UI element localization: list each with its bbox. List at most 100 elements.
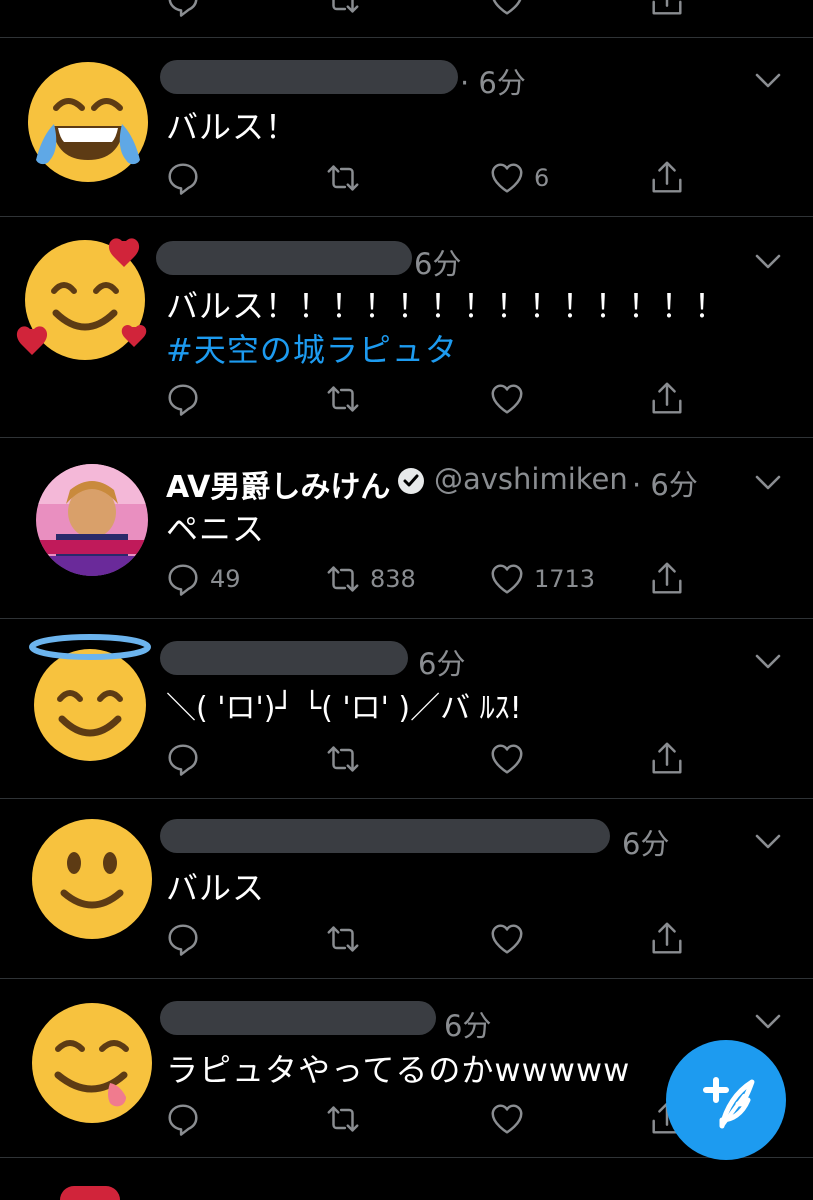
- face-savoring-food-emoji[interactable]: [30, 1001, 154, 1125]
- retweet-icon: [324, 920, 362, 958]
- heart-icon: [488, 740, 526, 778]
- tweet-time: · 6分: [632, 468, 698, 502]
- tv-screenshot-avatar[interactable]: [36, 464, 148, 576]
- retweet-icon: [324, 740, 362, 778]
- like-button[interactable]: [488, 379, 526, 419]
- share-icon: [648, 560, 686, 598]
- like-button[interactable]: 1713: [488, 559, 595, 599]
- reply-icon: [164, 920, 202, 958]
- tweet-time: 6分: [444, 1009, 492, 1043]
- reply-button[interactable]: [164, 158, 210, 198]
- retweet-button[interactable]: [324, 379, 362, 419]
- like-count: 1713: [534, 565, 596, 593]
- retweet-icon: [324, 380, 362, 418]
- share-button[interactable]: [648, 919, 686, 959]
- like-button[interactable]: [488, 1099, 526, 1139]
- tweet-actions: [164, 739, 724, 779]
- reply-button[interactable]: 49: [164, 559, 241, 599]
- retweet-button[interactable]: [324, 158, 370, 198]
- tweet-actions: [164, 1099, 724, 1139]
- reply-button[interactable]: [164, 0, 202, 20]
- tweet-text: ラピュタやってるのかwwwww: [166, 1051, 631, 1089]
- share-icon: [648, 740, 686, 778]
- tweet-text: バルス！！！！！！！！！！！！！！: [166, 287, 728, 325]
- feather-plus-icon: [703, 1077, 755, 1129]
- retweet-count: 838: [370, 565, 416, 593]
- tweet-text: バルス: [166, 869, 266, 907]
- author-handle[interactable]: @avshimiken: [434, 462, 628, 496]
- tweet-actions: 6: [164, 158, 724, 198]
- tweet-actions: [164, 919, 724, 959]
- share-icon: [648, 380, 686, 418]
- chevron-down-icon[interactable]: [754, 72, 782, 90]
- reply-icon: [164, 159, 202, 197]
- redacted-display-name: [160, 641, 408, 675]
- slightly-smiling-face-emoji[interactable]: [30, 817, 154, 941]
- like-button[interactable]: [488, 919, 526, 959]
- smiling-face-with-halo-emoji[interactable]: [28, 633, 152, 765]
- chevron-down-icon[interactable]: [754, 653, 782, 671]
- retweet-button[interactable]: 838: [324, 559, 416, 599]
- next-tweet-avatar-partial: [60, 1186, 120, 1200]
- tweet-time: 6分: [418, 647, 466, 681]
- reply-button[interactable]: [164, 1099, 202, 1139]
- heart-icon: [488, 159, 526, 197]
- heart-icon: [488, 1100, 526, 1138]
- chevron-down-icon[interactable]: [754, 474, 782, 492]
- tweet-actions: [164, 379, 724, 419]
- retweet-icon: [324, 560, 362, 598]
- redacted-display-name: [160, 60, 458, 94]
- chevron-down-icon[interactable]: [754, 1013, 782, 1031]
- timeline: · 6分 バルス！ 6 6分 バルス！！！！！！！！！！！！！！ #天空の城ラピ…: [0, 0, 813, 1200]
- tweet-previous-remnant: [0, 0, 813, 38]
- retweet-icon: [324, 1100, 362, 1138]
- redacted-display-name: [160, 1001, 436, 1035]
- redacted-display-name: [156, 241, 412, 275]
- reply-count: 49: [210, 565, 241, 593]
- share-button[interactable]: [648, 379, 686, 419]
- heart-icon: [488, 0, 526, 19]
- like-button[interactable]: 6: [488, 158, 549, 198]
- retweet-button[interactable]: [324, 919, 362, 959]
- retweet-button[interactable]: [324, 0, 362, 20]
- tweet-text: ＼( 'ロ')┘ └( 'ロ' )／バ ﾙｽ!: [166, 691, 522, 726]
- retweet-button[interactable]: [324, 1099, 362, 1139]
- share-button[interactable]: [648, 158, 686, 198]
- heart-icon: [488, 380, 526, 418]
- tweet-time: 6分: [622, 827, 670, 861]
- chevron-down-icon[interactable]: [754, 833, 782, 851]
- like-button[interactable]: [488, 0, 526, 20]
- author-display-name[interactable]: AV男爵しみけん: [166, 462, 390, 506]
- share-icon: [648, 159, 686, 197]
- compose-tweet-button[interactable]: [666, 1040, 786, 1160]
- verified-badge-icon: [398, 468, 424, 494]
- reply-button[interactable]: [164, 919, 202, 959]
- like-button[interactable]: [488, 739, 526, 779]
- tweet[interactable]: 6分 バルス！！！！！！！！！！！！！！ #天空の城ラピュタ: [0, 217, 813, 438]
- share-button[interactable]: [648, 559, 686, 599]
- tweet-text: ペニス: [166, 510, 266, 548]
- tweet-actions: [164, 0, 724, 20]
- like-count: 6: [534, 164, 550, 192]
- reply-button[interactable]: [164, 379, 202, 419]
- share-button[interactable]: [648, 739, 686, 779]
- share-icon: [648, 0, 686, 19]
- chevron-down-icon[interactable]: [754, 253, 782, 271]
- tweet-text: バルス！: [166, 108, 299, 146]
- retweet-icon: [324, 159, 362, 197]
- retweet-button[interactable]: [324, 739, 362, 779]
- reply-button[interactable]: [164, 739, 202, 779]
- smiling-face-with-hearts-emoji[interactable]: [16, 233, 152, 367]
- reply-icon: [164, 740, 202, 778]
- share-button[interactable]: [648, 0, 686, 20]
- tweet[interactable]: 6分 バルス: [0, 799, 813, 979]
- tweet-time: 6分: [414, 247, 462, 281]
- tweet[interactable]: AV男爵しみけん @avshimiken · 6分 ペニス 49 838 171…: [0, 438, 813, 619]
- hashtag-link[interactable]: #天空の城ラピュタ: [166, 325, 458, 371]
- retweet-icon: [324, 0, 362, 19]
- heart-icon: [488, 560, 526, 598]
- face-with-tears-of-joy-emoji[interactable]: [26, 60, 150, 184]
- tweet[interactable]: · 6分 バルス！ 6: [0, 38, 813, 217]
- tweet[interactable]: 6分 ＼( 'ロ')┘ └( 'ロ' )／バ ﾙｽ!: [0, 619, 813, 799]
- heart-icon: [488, 920, 526, 958]
